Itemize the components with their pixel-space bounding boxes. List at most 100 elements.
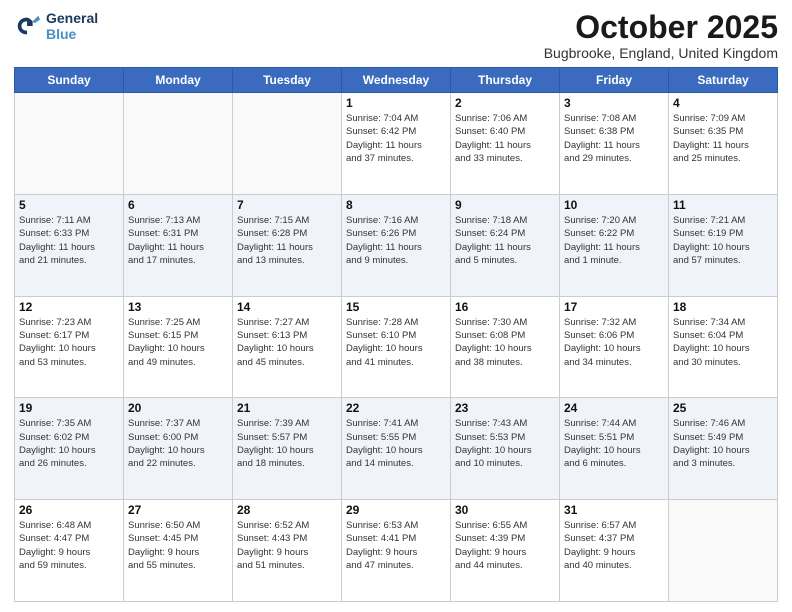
calendar-cell: 17 Sunrise: 7:32 AM Sunset: 6:06 PM Dayli… <box>560 296 669 398</box>
day-number: 2 <box>455 96 555 110</box>
day-info: Sunrise: 6:48 AM Sunset: 4:47 PM Dayligh… <box>19 519 119 572</box>
day-info: Sunrise: 7:23 AM Sunset: 6:17 PM Dayligh… <box>19 316 119 369</box>
calendar-cell: 25Sunrise: 7:46 AM Sunset: 5:49 PM Dayli… <box>669 398 778 500</box>
day-number: 30 <box>455 503 555 517</box>
calendar-cell: 15Sunrise: 7:28 AM Sunset: 6:10 PM Dayli… <box>342 296 451 398</box>
calendar-cell: 19 Sunrise: 7:35 AM Sunset: 6:02 PM Dayli… <box>15 398 124 500</box>
calendar-week-3: 12 Sunrise: 7:23 AM Sunset: 6:17 PM Dayli… <box>15 296 778 398</box>
day-info: Sunrise: 7:41 AM Sunset: 5:55 PM Dayligh… <box>346 417 446 470</box>
day-info: Sunrise: 7:25 AM Sunset: 6:15 PM Dayligh… <box>128 316 228 369</box>
day-info: Sunrise: 7:21 AM Sunset: 6:19 PM Dayligh… <box>673 214 773 267</box>
day-number: 3 <box>564 96 664 110</box>
calendar-week-2: 5 Sunrise: 7:11 AM Sunset: 6:33 PM Daylig… <box>15 194 778 296</box>
day-info: Sunrise: 7:15 AM Sunset: 6:28 PM Dayligh… <box>237 214 337 267</box>
day-number: 26 <box>19 503 119 517</box>
day-number: 13 <box>128 300 228 314</box>
calendar-cell: 21 Sunrise: 7:39 AM Sunset: 5:57 PM Dayli… <box>233 398 342 500</box>
calendar-cell: 8 Sunrise: 7:16 AM Sunset: 6:26 PM Daylig… <box>342 194 451 296</box>
calendar-cell: 23 Sunrise: 7:43 AM Sunset: 5:53 PM Dayli… <box>451 398 560 500</box>
calendar-table: SundayMondayTuesdayWednesdayThursdayFrid… <box>14 67 778 602</box>
calendar-cell <box>669 500 778 602</box>
day-number: 11 <box>673 198 773 212</box>
calendar-cell: 29Sunrise: 6:53 AM Sunset: 4:41 PM Dayli… <box>342 500 451 602</box>
header: General Blue October 2025 Bugbrooke, Eng… <box>14 10 778 61</box>
calendar-cell: 13 Sunrise: 7:25 AM Sunset: 6:15 PM Dayli… <box>124 296 233 398</box>
day-info: Sunrise: 7:35 AM Sunset: 6:02 PM Dayligh… <box>19 417 119 470</box>
calendar-cell: 1 Sunrise: 7:04 AM Sunset: 6:42 PM Daylig… <box>342 93 451 195</box>
day-info: Sunrise: 7:20 AM Sunset: 6:22 PM Dayligh… <box>564 214 664 267</box>
calendar-header-tuesday: Tuesday <box>233 68 342 93</box>
day-number: 17 <box>564 300 664 314</box>
day-number: 28 <box>237 503 337 517</box>
day-info: Sunrise: 7:16 AM Sunset: 6:26 PM Dayligh… <box>346 214 446 267</box>
day-number: 14 <box>237 300 337 314</box>
calendar-header-thursday: Thursday <box>451 68 560 93</box>
calendar-header-friday: Friday <box>560 68 669 93</box>
day-number: 9 <box>455 198 555 212</box>
calendar-cell: 3 Sunrise: 7:08 AM Sunset: 6:38 PM Daylig… <box>560 93 669 195</box>
day-info: Sunrise: 6:53 AM Sunset: 4:41 PM Dayligh… <box>346 519 446 572</box>
day-info: Sunrise: 7:37 AM Sunset: 6:00 PM Dayligh… <box>128 417 228 470</box>
calendar-cell: 18Sunrise: 7:34 AM Sunset: 6:04 PM Dayli… <box>669 296 778 398</box>
day-number: 12 <box>19 300 119 314</box>
calendar-cell: 11 Sunrise: 7:21 AM Sunset: 6:19 PM Dayli… <box>669 194 778 296</box>
calendar-cell: 30Sunrise: 6:55 AM Sunset: 4:39 PM Dayli… <box>451 500 560 602</box>
calendar-cell: 27 Sunrise: 6:50 AM Sunset: 4:45 PM Dayli… <box>124 500 233 602</box>
day-number: 19 <box>19 401 119 415</box>
day-number: 4 <box>673 96 773 110</box>
calendar-header-monday: Monday <box>124 68 233 93</box>
day-number: 7 <box>237 198 337 212</box>
day-number: 23 <box>455 401 555 415</box>
day-number: 20 <box>128 401 228 415</box>
day-info: Sunrise: 6:57 AM Sunset: 4:37 PM Dayligh… <box>564 519 664 572</box>
day-number: 31 <box>564 503 664 517</box>
day-info: Sunrise: 7:08 AM Sunset: 6:38 PM Dayligh… <box>564 112 664 165</box>
calendar-week-1: 1 Sunrise: 7:04 AM Sunset: 6:42 PM Daylig… <box>15 93 778 195</box>
day-number: 27 <box>128 503 228 517</box>
calendar-cell: 5 Sunrise: 7:11 AM Sunset: 6:33 PM Daylig… <box>15 194 124 296</box>
day-number: 6 <box>128 198 228 212</box>
day-number: 10 <box>564 198 664 212</box>
calendar-cell: 24 Sunrise: 7:44 AM Sunset: 5:51 PM Dayli… <box>560 398 669 500</box>
calendar-cell: 14 Sunrise: 7:27 AM Sunset: 6:13 PM Dayli… <box>233 296 342 398</box>
day-info: Sunrise: 7:43 AM Sunset: 5:53 PM Dayligh… <box>455 417 555 470</box>
day-info: Sunrise: 7:44 AM Sunset: 5:51 PM Dayligh… <box>564 417 664 470</box>
calendar-cell <box>15 93 124 195</box>
calendar-header-sunday: Sunday <box>15 68 124 93</box>
day-info: Sunrise: 7:11 AM Sunset: 6:33 PM Dayligh… <box>19 214 119 267</box>
calendar-cell: 31 Sunrise: 6:57 AM Sunset: 4:37 PM Dayli… <box>560 500 669 602</box>
day-info: Sunrise: 7:27 AM Sunset: 6:13 PM Dayligh… <box>237 316 337 369</box>
day-info: Sunrise: 6:52 AM Sunset: 4:43 PM Dayligh… <box>237 519 337 572</box>
day-info: Sunrise: 6:50 AM Sunset: 4:45 PM Dayligh… <box>128 519 228 572</box>
calendar-cell: 12 Sunrise: 7:23 AM Sunset: 6:17 PM Dayli… <box>15 296 124 398</box>
location-subtitle: Bugbrooke, England, United Kingdom <box>544 45 778 61</box>
calendar-header-wednesday: Wednesday <box>342 68 451 93</box>
day-number: 8 <box>346 198 446 212</box>
day-info: Sunrise: 7:09 AM Sunset: 6:35 PM Dayligh… <box>673 112 773 165</box>
day-number: 22 <box>346 401 446 415</box>
day-info: Sunrise: 7:34 AM Sunset: 6:04 PM Dayligh… <box>673 316 773 369</box>
day-info: Sunrise: 7:28 AM Sunset: 6:10 PM Dayligh… <box>346 316 446 369</box>
calendar-cell: 10 Sunrise: 7:20 AM Sunset: 6:22 PM Dayli… <box>560 194 669 296</box>
day-number: 21 <box>237 401 337 415</box>
calendar-cell: 7 Sunrise: 7:15 AM Sunset: 6:28 PM Daylig… <box>233 194 342 296</box>
calendar-cell: 6 Sunrise: 7:13 AM Sunset: 6:31 PM Daylig… <box>124 194 233 296</box>
day-info: Sunrise: 7:32 AM Sunset: 6:06 PM Dayligh… <box>564 316 664 369</box>
day-info: Sunrise: 7:06 AM Sunset: 6:40 PM Dayligh… <box>455 112 555 165</box>
calendar-cell: 16Sunrise: 7:30 AM Sunset: 6:08 PM Dayli… <box>451 296 560 398</box>
day-number: 1 <box>346 96 446 110</box>
day-info: Sunrise: 7:18 AM Sunset: 6:24 PM Dayligh… <box>455 214 555 267</box>
day-info: Sunrise: 7:39 AM Sunset: 5:57 PM Dayligh… <box>237 417 337 470</box>
title-block: October 2025 Bugbrooke, England, United … <box>544 10 778 61</box>
day-number: 24 <box>564 401 664 415</box>
day-number: 5 <box>19 198 119 212</box>
logo-text: General Blue <box>46 10 98 42</box>
calendar-header-saturday: Saturday <box>669 68 778 93</box>
calendar-cell <box>124 93 233 195</box>
calendar-cell: 9 Sunrise: 7:18 AM Sunset: 6:24 PM Daylig… <box>451 194 560 296</box>
day-number: 16 <box>455 300 555 314</box>
day-info: Sunrise: 7:04 AM Sunset: 6:42 PM Dayligh… <box>346 112 446 165</box>
calendar-cell: 20 Sunrise: 7:37 AM Sunset: 6:00 PM Dayli… <box>124 398 233 500</box>
day-info: Sunrise: 7:13 AM Sunset: 6:31 PM Dayligh… <box>128 214 228 267</box>
calendar-cell: 22 Sunrise: 7:41 AM Sunset: 5:55 PM Dayli… <box>342 398 451 500</box>
